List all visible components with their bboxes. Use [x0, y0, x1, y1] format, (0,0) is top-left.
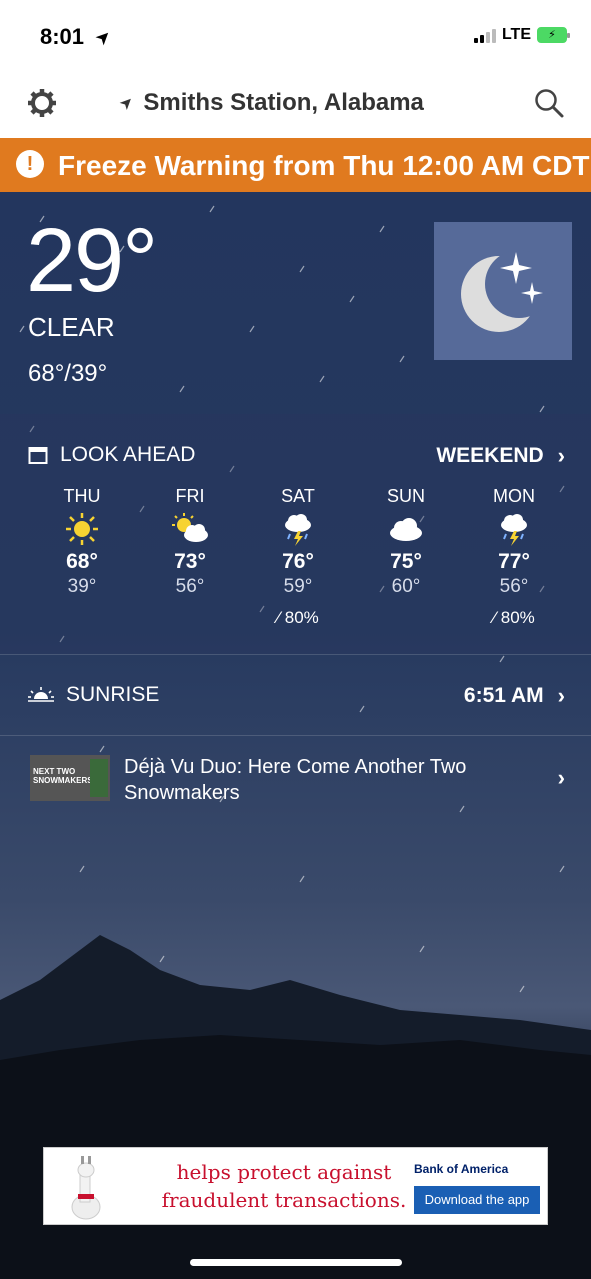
- alert-icon: !: [16, 150, 44, 178]
- ad-line-1: helps protect against: [176, 1160, 392, 1184]
- home-indicator[interactable]: [190, 1259, 402, 1266]
- freeze-warning-banner[interactable]: ! Freeze Warning from Thu 12:00 AM CDT: [0, 138, 591, 192]
- forecast-day[interactable]: SAT 76° 59° ⁄ 80%: [244, 486, 352, 628]
- thunderstorm-icon: [244, 508, 352, 550]
- weekend-label: WEEKEND: [436, 444, 544, 467]
- sun-icon: [28, 508, 136, 550]
- current-temperature: 29°: [26, 211, 158, 311]
- ad-line-2: fraudulent transactions.: [161, 1188, 407, 1212]
- day-high: 75°: [390, 550, 422, 573]
- calendar-icon: [28, 447, 48, 464]
- day-low: 39°: [67, 576, 97, 597]
- news-item[interactable]: NEXT TWO SNOWMAKERS Déjà Vu Duo: Here Co…: [0, 745, 591, 813]
- status-bar: 8:01 ➤ LTE ⚡: [0, 0, 591, 75]
- location-title: Smiths Station, Alabama: [143, 89, 424, 116]
- thumbnail-inset: [90, 759, 108, 797]
- sunrise-time-link[interactable]: 6:51 AM ›: [464, 683, 565, 709]
- chevron-right-icon: ›: [557, 765, 565, 790]
- condition-tile: [434, 222, 572, 360]
- day-name: MON: [493, 486, 535, 506]
- day-low: 56°: [175, 576, 205, 597]
- day-precip: [352, 608, 460, 628]
- llama-mascot-icon: [71, 1156, 101, 1220]
- day-low: 56°: [499, 576, 529, 597]
- day-low: 60°: [391, 576, 421, 597]
- divider: [0, 735, 591, 736]
- current-hi-lo: 68°/39°: [28, 360, 108, 387]
- day-high: 68°: [66, 550, 98, 573]
- forecast-day[interactable]: SUN 75° 60°: [352, 486, 460, 628]
- partly-cloudy-icon: [136, 508, 244, 550]
- day-precip: ⁄ 80%: [460, 608, 568, 628]
- current-condition: CLEAR: [28, 312, 115, 342]
- sunrise-time: 6:51 AM: [463, 684, 544, 707]
- sunrise-icon: [28, 687, 54, 702]
- divider: [0, 654, 591, 655]
- weekend-link[interactable]: WEEKEND ›: [436, 443, 565, 469]
- mountain-silhouette: [0, 935, 591, 1279]
- location-arrow-icon: ➤: [116, 92, 138, 115]
- forecast-day[interactable]: MON 77° 56° ⁄ 80%: [460, 486, 568, 628]
- status-time: 8:01: [40, 24, 85, 49]
- precip-value: 80%: [500, 608, 535, 627]
- forecast-days: THU 68° 39° FRI 73° 56° SAT 76° 59° ⁄ 80…: [28, 486, 568, 628]
- location-arrow-icon: ➤: [90, 24, 116, 50]
- news-title: Déjà Vu Duo: Here Come Another Two Snowm…: [124, 756, 467, 804]
- news-thumbnail: NEXT TWO SNOWMAKERS: [30, 755, 110, 801]
- sunrise-row[interactable]: SUNRISE: [28, 683, 159, 707]
- raindrop-icon: ⁄: [277, 608, 285, 627]
- day-low: 59°: [283, 576, 313, 597]
- download-app-button[interactable]: Download the app: [414, 1186, 540, 1214]
- day-high: 77°: [498, 550, 530, 573]
- day-high: 76°: [282, 550, 314, 573]
- status-right: LTE ⚡: [473, 26, 570, 44]
- thunderstorm-icon: [460, 508, 568, 550]
- day-precip: [136, 608, 244, 628]
- ad-text: helps protect against fraudulent transac…: [124, 1158, 444, 1214]
- chevron-right-icon: ›: [557, 443, 565, 468]
- search-icon[interactable]: [533, 87, 565, 119]
- day-name: THU: [63, 486, 101, 506]
- moon-stars-icon: [461, 250, 553, 332]
- forecast-day[interactable]: FRI 73° 56°: [136, 486, 244, 628]
- alert-text: Freeze Warning from Thu 12:00 AM CDT: [58, 150, 590, 181]
- look-ahead-label: LOOK AHEAD: [60, 443, 196, 466]
- day-name: FRI: [175, 486, 205, 506]
- location-selector[interactable]: ➤ Smiths Station, Alabama: [116, 89, 424, 117]
- battery-icon: ⚡: [537, 27, 570, 43]
- raindrop-icon: ⁄: [493, 608, 501, 627]
- day-name: SAT: [281, 486, 315, 506]
- ad-brand-logo: Bank of America: [414, 1162, 509, 1176]
- sunrise-label: SUNRISE: [66, 683, 160, 706]
- day-precip: [28, 608, 136, 628]
- cloudy-icon: [352, 508, 460, 550]
- network-label: LTE: [501, 26, 531, 43]
- chevron-right-icon: ›: [557, 683, 565, 708]
- day-precip: ⁄ 80%: [244, 608, 352, 628]
- ad-banner[interactable]: helps protect against fraudulent transac…: [43, 1147, 548, 1225]
- day-high: 73°: [174, 550, 206, 573]
- look-ahead-header: LOOK AHEAD: [28, 443, 195, 467]
- gear-icon[interactable]: [26, 87, 58, 119]
- forecast-day[interactable]: THU 68° 39°: [28, 486, 136, 628]
- signal-icon: [473, 27, 496, 43]
- precip-value: 80%: [284, 608, 319, 627]
- nav-bar: ➤ Smiths Station, Alabama: [0, 75, 591, 138]
- day-name: SUN: [386, 486, 425, 506]
